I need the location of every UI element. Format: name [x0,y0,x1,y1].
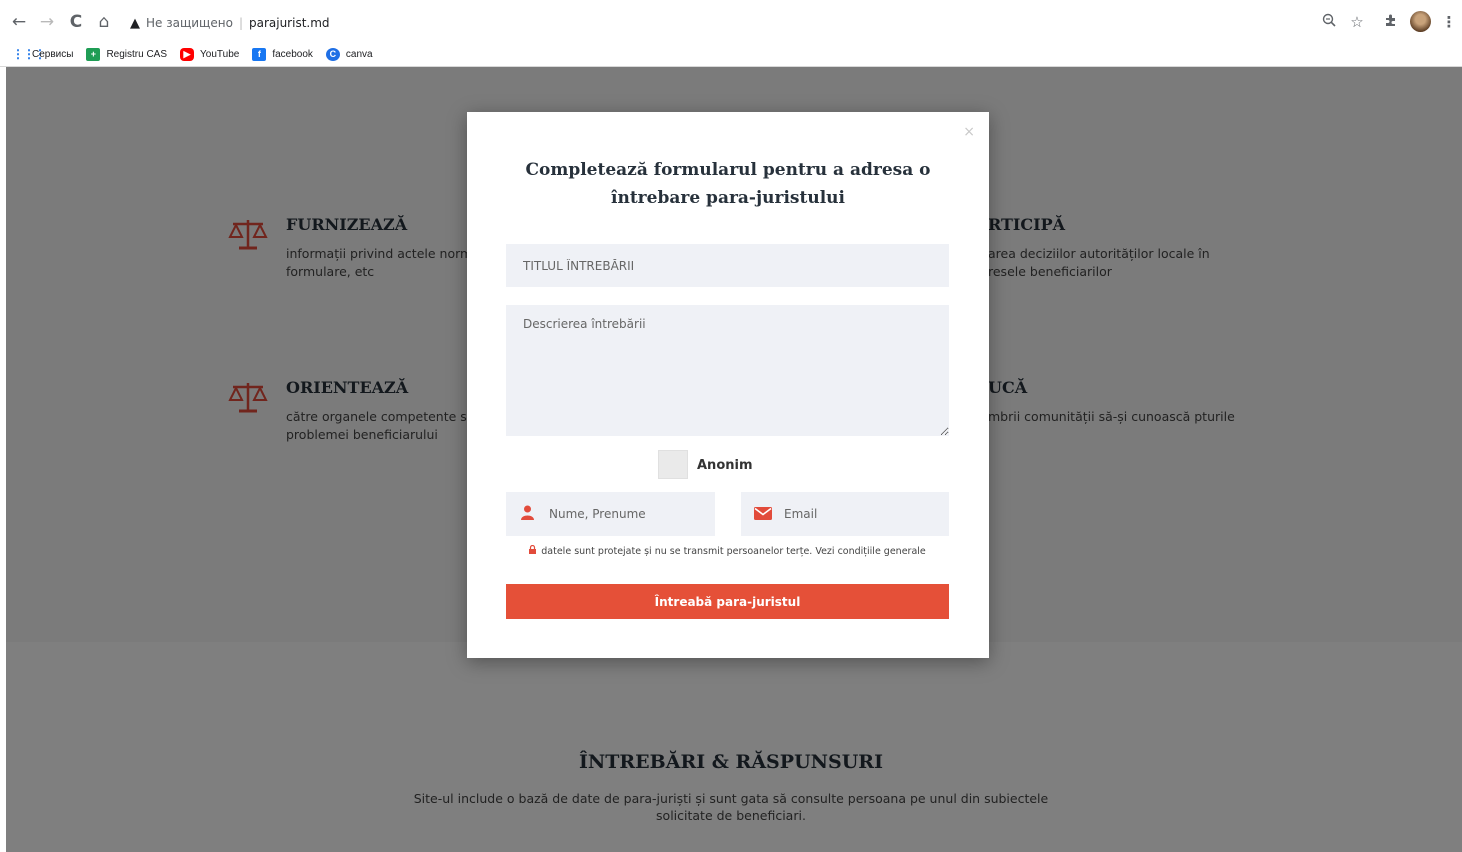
extensions-icon[interactable] [1380,11,1402,33]
apps-grid-icon: ⋮⋮⋮ [12,47,46,61]
address-bar[interactable]: ▲ Не защищено | parajurist.md [120,10,1376,36]
back-icon[interactable]: ← [8,11,30,33]
bookmark-youtube[interactable]: ▶ YouTube [180,48,239,61]
lock-icon [529,544,539,557]
user-icon [506,505,549,524]
url-text[interactable]: parajurist.md [249,16,330,30]
close-icon[interactable]: × [963,124,975,140]
forward-icon[interactable]: → [36,11,58,33]
menu-icon[interactable]: ⋮ [1438,11,1460,33]
address-separator: | [238,16,243,30]
question-description-textarea[interactable] [506,305,949,436]
anonymous-label: Anonim [697,458,753,473]
envelope-icon [741,505,784,524]
warning-icon: ▲ [130,15,140,31]
facebook-icon: f [252,48,267,61]
bookmark-registru-cas[interactable]: + Registru CAS [86,48,167,61]
cas-icon: + [86,48,101,61]
bookmark-label: facebook [272,49,313,60]
bookmark-label: Сервисы [32,49,74,60]
bookmark-label: canva [345,49,373,60]
zoom-icon[interactable] [1318,11,1340,33]
bookmarks-bar: ⋮⋮⋮ Сервисы + Registru CAS ▶ YouTube f faceb… [0,43,1462,66]
email-field[interactable] [741,492,949,536]
email-input[interactable] [784,492,949,536]
privacy-notice: datele sunt protejate și nu se transmit … [506,544,949,557]
home-icon[interactable]: ⌂ [93,11,115,33]
name-field[interactable] [506,492,715,536]
browser-chrome: ← → C ⌂ ▲ Не защищено | parajurist.md ☆ … [0,0,1462,67]
question-title-input[interactable] [506,244,949,287]
bookmark-label: Registru CAS [106,49,168,60]
anonymous-checkbox[interactable] [658,450,688,479]
question-modal: × Completează formularul pentru a adresa… [467,112,989,658]
profile-avatar[interactable] [1410,11,1431,32]
browser-toolbar: ← → C ⌂ ▲ Не защищено | parajurist.md ☆ … [0,0,1462,43]
bookmark-facebook[interactable]: f facebook [252,48,313,61]
privacy-text[interactable]: datele sunt protejate și nu se transmit … [541,546,926,557]
bookmark-canva[interactable]: Ccanva [325,48,373,61]
bookmark-label: YouTube [200,49,240,60]
insecure-label: Не защищено [146,16,233,30]
name-input[interactable] [549,492,715,536]
bookmark-star-icon[interactable]: ☆ [1346,11,1368,33]
bookmark-apps[interactable]: ⋮⋮⋮ Сервисы [12,48,73,61]
canva-icon: C [325,48,340,61]
reload-icon[interactable]: C [65,11,87,33]
modal-title: Completează formularul pentru a adresa o… [525,160,931,208]
youtube-icon: ▶ [180,48,195,61]
submit-question-button[interactable]: Întreabă para-juristul [506,584,949,619]
